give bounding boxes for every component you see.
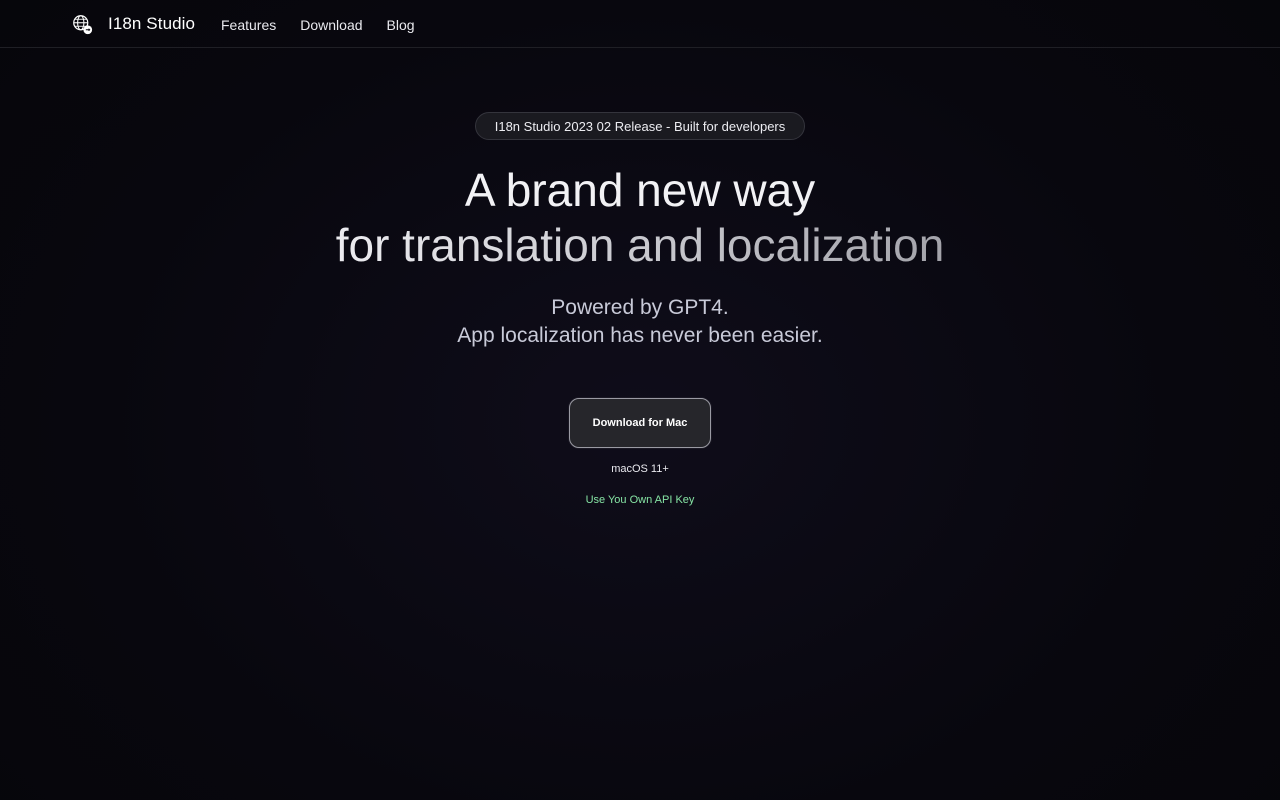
brand-name: I18n Studio — [108, 14, 196, 33]
globe-icon — [72, 14, 93, 35]
os-requirement: macOS 11+ — [611, 463, 669, 475]
nav-link-features[interactable]: Features — [221, 15, 276, 35]
nav-links: Features Download Blog — [221, 15, 415, 35]
nav-link-download[interactable]: Download — [300, 15, 362, 35]
hero-headline: A brand new way for translation and loca… — [0, 163, 1280, 273]
nav-link-blog[interactable]: Blog — [387, 15, 415, 35]
subtitle-line-1: Powered by GPT4. — [551, 296, 729, 319]
release-badge[interactable]: I18n Studio 2023 02 Release - Built for … — [475, 112, 805, 140]
subtitle-line-2: App localization has never been easier. — [457, 324, 823, 347]
brand-link[interactable]: I18n Studio — [72, 12, 195, 36]
headline-line-2: for translation and localization — [335, 219, 945, 271]
download-for-mac-button[interactable]: Download for Mac — [569, 398, 711, 448]
hero-subtitle: Powered by GPT4. App localization has ne… — [0, 294, 1280, 350]
top-nav: I18n Studio Features Download Blog — [0, 0, 1280, 48]
use-own-api-key-link[interactable]: Use You Own API Key — [586, 494, 695, 506]
headline-line-1: A brand new way — [464, 164, 816, 216]
api-key-section: Use You Own API Key — [0, 494, 1280, 506]
